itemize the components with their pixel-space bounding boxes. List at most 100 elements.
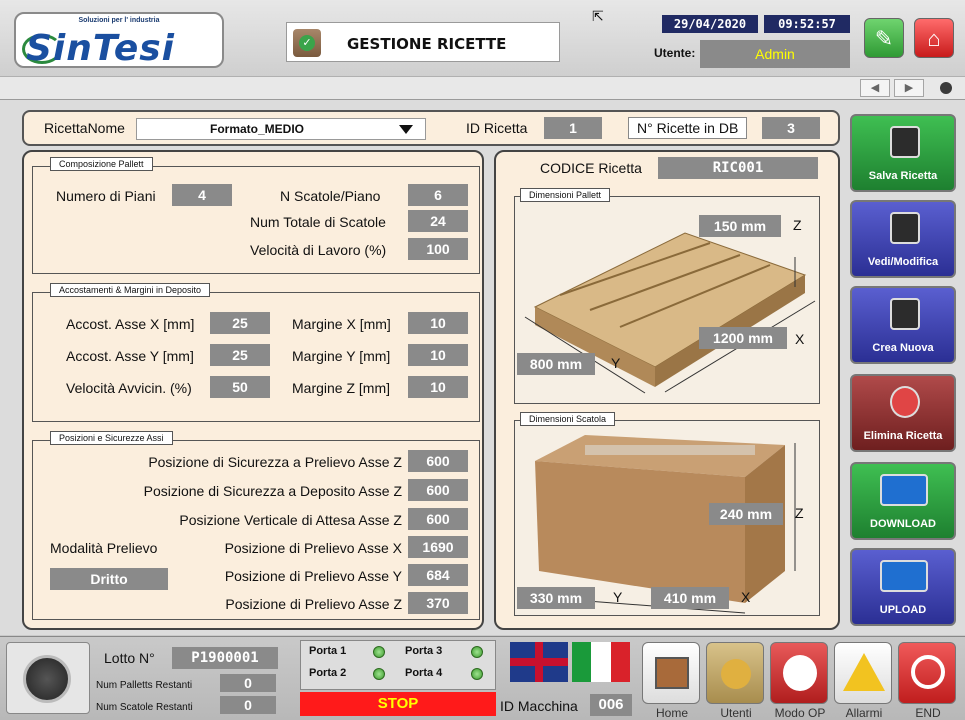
time-display: 09:52:57 (764, 15, 850, 33)
positions-title: Posizioni e Sicurezze Assi (50, 431, 173, 445)
pallet-length-value[interactable]: 1200 mm (699, 327, 787, 349)
op-mode-button[interactable] (770, 642, 828, 704)
download-label: DOWNLOAD (870, 518, 936, 530)
logo-tagline: Soluzioni per l' industria (78, 17, 160, 24)
lot-label: Lotto N° (104, 650, 155, 666)
recipe-name-select[interactable]: Formato_MEDIO (136, 118, 426, 140)
door-status-led-icon (373, 646, 385, 658)
position-row-value[interactable]: 1690 (408, 536, 468, 558)
alarms-label: Allarmi (845, 706, 883, 720)
alarms-button[interactable] (834, 642, 892, 704)
save-recipe-button[interactable]: Salva Ricetta (850, 114, 956, 192)
approach-speed-value[interactable]: 50 (210, 376, 270, 398)
door-label: Porta 2 (309, 667, 347, 679)
user-value: Admin (700, 40, 850, 68)
margin-z-label: Margine Z [mm] (292, 380, 391, 396)
composition-title: Composizione Pallett (50, 157, 153, 171)
create-new-button[interactable]: Crea Nuova (850, 286, 956, 364)
uk-flag-icon[interactable] (510, 642, 568, 682)
warning-icon (843, 653, 885, 691)
position-row-label: Posizione di Sicurezza a Deposito Asse Z (143, 483, 402, 499)
machine-id-label: ID Macchina (500, 698, 578, 714)
box-height-value[interactable]: 240 mm (709, 503, 783, 525)
pallet-height-value[interactable]: 150 mm (699, 215, 781, 237)
italy-flag-icon[interactable] (572, 642, 630, 682)
door-status-led-icon (471, 668, 483, 680)
recipe-box-icon: ✓ (293, 29, 321, 57)
delete-recipe-label: Elimina Ricetta (863, 430, 943, 442)
lot-value: P1900001 (172, 647, 278, 669)
download-button[interactable]: DOWNLOAD (850, 462, 956, 540)
upload-computer-icon (880, 560, 928, 592)
recipe-name-label: RicettaNome (44, 120, 125, 136)
box-width-value[interactable]: 330 mm (517, 587, 595, 609)
approach-speed-label: Velocità Avvicin. (%) (66, 380, 192, 396)
position-row-value[interactable]: 600 (408, 508, 468, 530)
navigation-bar (0, 76, 965, 100)
nav-prev-button[interactable]: ◀ (860, 79, 890, 97)
power-icon (911, 655, 945, 689)
pallet-x-axis-label: X (795, 331, 805, 347)
nav-next-button[interactable]: ▶ (894, 79, 924, 97)
approach-x-value[interactable]: 25 (210, 312, 270, 334)
margin-y-label: Margine Y [mm] (292, 348, 391, 364)
margin-x-value[interactable]: 10 (408, 312, 468, 334)
pallet-y-axis-label: Y (611, 355, 621, 371)
total-boxes-value: 24 (408, 210, 468, 232)
delete-x-icon (890, 386, 920, 418)
position-row-label: Posizione di Prelievo Asse Y (224, 568, 402, 584)
save-recipe-label: Salva Ricetta (868, 170, 938, 182)
logo-text: SinTesi (26, 28, 175, 69)
box-length-value[interactable]: 410 mm (651, 587, 729, 609)
page-title-box: ✓ GESTIONE RICETTE (286, 22, 560, 62)
pallets-remaining-label: Num Palletts Restanti (96, 680, 193, 691)
recipe-bar: RicettaNome Formato_MEDIO ID Ricetta 1 N… (22, 110, 840, 146)
margin-y-value[interactable]: 10 (408, 344, 468, 366)
stop-status: STOP (300, 692, 496, 716)
home-icon (655, 657, 689, 689)
recipe-count-value: 3 (762, 117, 820, 139)
user-label: Utente: (654, 46, 696, 60)
new-disk-icon (890, 298, 920, 330)
pallet-width-value[interactable]: 800 mm (517, 353, 595, 375)
work-speed-value[interactable]: 100 (408, 238, 468, 260)
recipe-id-label: ID Ricetta (466, 120, 528, 136)
lock-icon: ⌂ (927, 26, 941, 51)
position-row-value[interactable]: 370 (408, 592, 468, 614)
left-panel: Composizione Pallett Numero di Piani 4 N… (22, 150, 484, 630)
position-row-label: Posizione di Prelievo Asse X (224, 540, 402, 556)
right-panel: CODICE Ricetta RIC001 150 mm Z 1200 mm X… (494, 150, 840, 630)
floors-value[interactable]: 4 (172, 184, 232, 206)
upload-button[interactable]: UPLOAD (850, 548, 956, 626)
approach-y-value[interactable]: 25 (210, 344, 270, 366)
machine-id-value: 006 (590, 694, 632, 716)
position-row-value[interactable]: 600 (408, 450, 468, 472)
users-button[interactable] (706, 642, 764, 704)
position-row-label: Posizione di Sicurezza a Prelievo Asse Z (148, 454, 402, 470)
floors-label: Numero di Piani (56, 188, 156, 204)
view-edit-label: Vedi/Modifica (867, 256, 939, 268)
status-dot-icon (940, 82, 952, 94)
view-edit-button[interactable]: Vedi/Modifica (850, 200, 956, 278)
pallets-remaining-value: 0 (220, 674, 276, 692)
total-boxes-label: Num Totale di Scatole (250, 214, 386, 230)
sintesi-logo: Soluzioni per l' industria SinTesi (14, 12, 224, 69)
end-button[interactable] (898, 642, 956, 704)
recipe-id-value: 1 (544, 117, 602, 139)
position-row-value[interactable]: 684 (408, 564, 468, 586)
key-icon: ✎ (874, 26, 894, 51)
end-label: END (915, 706, 941, 720)
download-computer-icon (880, 474, 928, 506)
logout-lock-button[interactable]: ⌂ (914, 18, 954, 58)
recipe-count-label: N° Ricette in DB (628, 117, 748, 139)
home-button[interactable] (642, 642, 700, 704)
boxes-per-floor-value[interactable]: 6 (408, 184, 468, 206)
door-label: Porta 3 (405, 645, 443, 657)
delete-recipe-button[interactable]: Elimina Ricetta (850, 374, 956, 452)
emergency-panel (6, 642, 90, 714)
mouse-cursor-icon: ⇱ (592, 8, 604, 24)
pick-mode-value[interactable]: Dritto (50, 568, 168, 590)
margin-z-value[interactable]: 10 (408, 376, 468, 398)
position-row-value[interactable]: 600 (408, 479, 468, 501)
login-key-button[interactable]: ✎ (864, 18, 904, 58)
